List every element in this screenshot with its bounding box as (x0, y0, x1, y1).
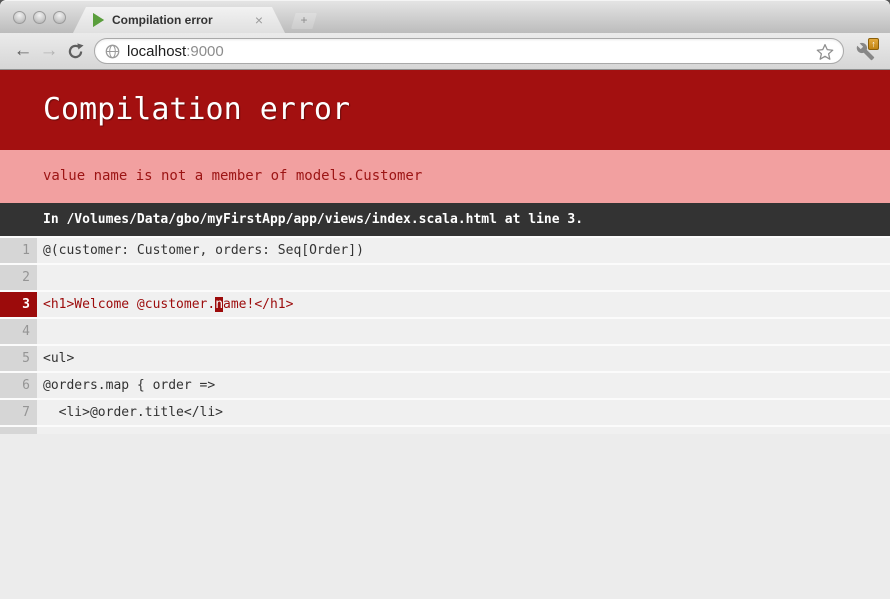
forward-button: → (36, 38, 62, 64)
url-text[interactable]: localhost:9000 (127, 43, 224, 60)
line-number: 2 (0, 265, 37, 290)
code-post: ame!</h1> (223, 297, 293, 312)
code-line-2: 2 (0, 265, 890, 290)
tab-strip: Compilation error × + (0, 0, 890, 33)
browser-toolbar: ← → localhost:9000 ↑ (0, 33, 890, 70)
line-number: 4 (0, 319, 37, 344)
code-pre: <h1>Welcome @customer. (43, 297, 215, 312)
error-highlight: n (215, 297, 223, 312)
code-line-7: 7 <li>@order.title</li> (0, 400, 890, 425)
tab-close-icon[interactable]: × (253, 13, 265, 27)
new-tab-button[interactable]: + (291, 13, 317, 29)
page-title: Compilation error (0, 70, 890, 150)
reload-icon (67, 43, 84, 60)
window-controls (13, 11, 66, 24)
minimize-window-button[interactable] (33, 11, 46, 24)
code-line-1: 1 @(customer: Customer, orders: Seq[Orde… (0, 238, 890, 263)
code-text (37, 319, 890, 344)
bookmark-star-button[interactable] (816, 43, 834, 61)
code-stub-cell (37, 427, 890, 434)
code-text (37, 265, 890, 290)
line-number: 1 (0, 238, 37, 263)
wrench-menu-button[interactable]: ↑ (850, 37, 880, 65)
line-number: 7 (0, 400, 37, 425)
url-port: :9000 (186, 43, 224, 60)
code-text: <h1>Welcome @customer.name!</h1> (37, 292, 890, 317)
update-badge: ↑ (868, 38, 879, 50)
code-listing: 1 @(customer: Customer, orders: Seq[Orde… (0, 236, 890, 434)
gutter-stub (0, 427, 890, 434)
address-bar[interactable]: localhost:9000 (94, 38, 844, 64)
code-text: @orders.map { order => (37, 373, 890, 398)
code-line-3-error: 3 <h1>Welcome @customer.name!</h1> (0, 292, 890, 317)
page-content: Compilation error value name is not a me… (0, 70, 890, 594)
code-text: <ul> (37, 346, 890, 371)
code-text: <li>@order.title</li> (37, 400, 890, 425)
back-button[interactable]: ← (10, 38, 36, 64)
code-text: @(customer: Customer, orders: Seq[Order]… (37, 238, 890, 263)
reload-button[interactable] (62, 43, 88, 60)
browser-tab[interactable]: Compilation error × (73, 7, 285, 33)
code-line-5: 5 <ul> (0, 346, 890, 371)
gutter-stub-cell (0, 427, 37, 434)
browser-window: Compilation error × + ← → localhost:9000 (0, 0, 890, 599)
error-location: In /Volumes/Data/gbo/myFirstApp/app/view… (0, 203, 890, 236)
page-background (0, 434, 890, 594)
star-icon (816, 43, 834, 61)
line-number: 3 (0, 292, 37, 317)
zoom-window-button[interactable] (53, 11, 66, 24)
close-window-button[interactable] (13, 11, 26, 24)
error-message: value name is not a member of models.Cus… (0, 150, 890, 203)
line-number: 6 (0, 373, 37, 398)
play-framework-icon (93, 13, 104, 27)
tab-title: Compilation error (112, 13, 253, 27)
code-line-6: 6 @orders.map { order => (0, 373, 890, 398)
globe-icon (105, 44, 120, 59)
code-line-4: 4 (0, 319, 890, 344)
line-number: 5 (0, 346, 37, 371)
url-host: localhost (127, 43, 186, 60)
